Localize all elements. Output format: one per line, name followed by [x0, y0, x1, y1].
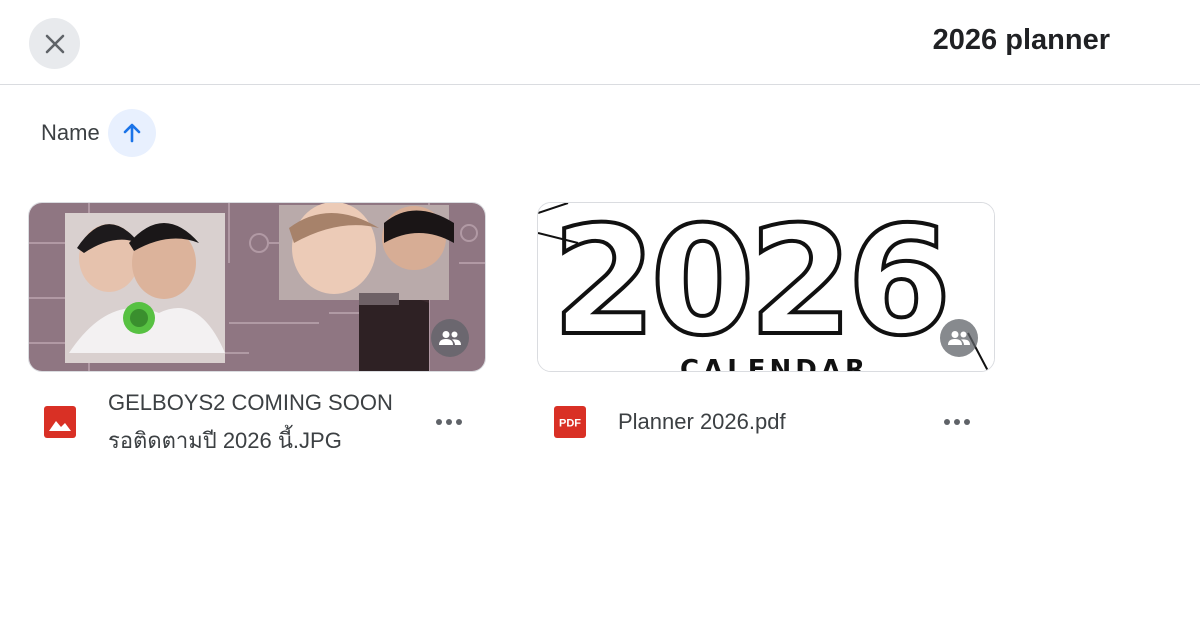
- more-options-button[interactable]: [429, 402, 469, 442]
- more-horizontal-icon: [942, 419, 972, 425]
- thumbnail-year: 2026: [552, 203, 945, 369]
- file-browser: 2026 planner Name GELBOYS2 COMING SOON ร…: [0, 0, 1200, 642]
- file-thumbnail[interactable]: 2026 CALENDAR: [537, 202, 995, 372]
- more-horizontal-icon: [434, 419, 464, 425]
- folder-title: 2026 planner: [932, 24, 1110, 56]
- sort-row: Name: [41, 109, 156, 157]
- pdf-icon-label: PDF: [559, 418, 581, 430]
- file-thumbnail[interactable]: [28, 202, 486, 372]
- image-file-icon: [44, 406, 76, 438]
- close-button[interactable]: [29, 18, 80, 69]
- people-icon: [439, 331, 461, 345]
- shared-badge: [940, 319, 978, 357]
- thumbnail-subtext: CALENDAR: [680, 355, 869, 371]
- file-card-image[interactable]: GELBOYS2 COMING SOON รอติดตามปี 2026 นี้…: [28, 202, 486, 462]
- file-meta: GELBOYS2 COMING SOON รอติดตามปี 2026 นี้…: [28, 372, 486, 462]
- arrow-up-icon: [123, 123, 140, 143]
- photo-collage-thumbnail: [29, 203, 485, 371]
- sort-direction-button[interactable]: [107, 109, 156, 157]
- close-icon: [45, 34, 64, 53]
- file-name[interactable]: Planner 2026.pdf: [618, 403, 786, 441]
- file-meta: PDF Planner 2026.pdf: [537, 372, 995, 462]
- file-name-line1: Planner 2026.pdf: [618, 409, 786, 434]
- file-name-line1: GELBOYS2 COMING SOON: [108, 390, 393, 415]
- file-name[interactable]: GELBOYS2 COMING SOON รอติดตามปี 2026 นี้…: [108, 384, 393, 460]
- file-name-line2: รอติดตามปี 2026 นี้.JPG: [108, 428, 342, 453]
- more-options-button[interactable]: [937, 402, 977, 442]
- header-bar: 2026 planner: [0, 0, 1200, 85]
- sort-label[interactable]: Name: [41, 120, 100, 146]
- shared-badge: [431, 319, 469, 357]
- calendar-thumbnail: 2026 CALENDAR: [538, 203, 994, 371]
- people-icon: [948, 331, 970, 345]
- pdf-file-icon: PDF: [554, 406, 586, 438]
- file-card-pdf[interactable]: 2026 CALENDAR PDF Planner 2026.pdf: [537, 202, 995, 462]
